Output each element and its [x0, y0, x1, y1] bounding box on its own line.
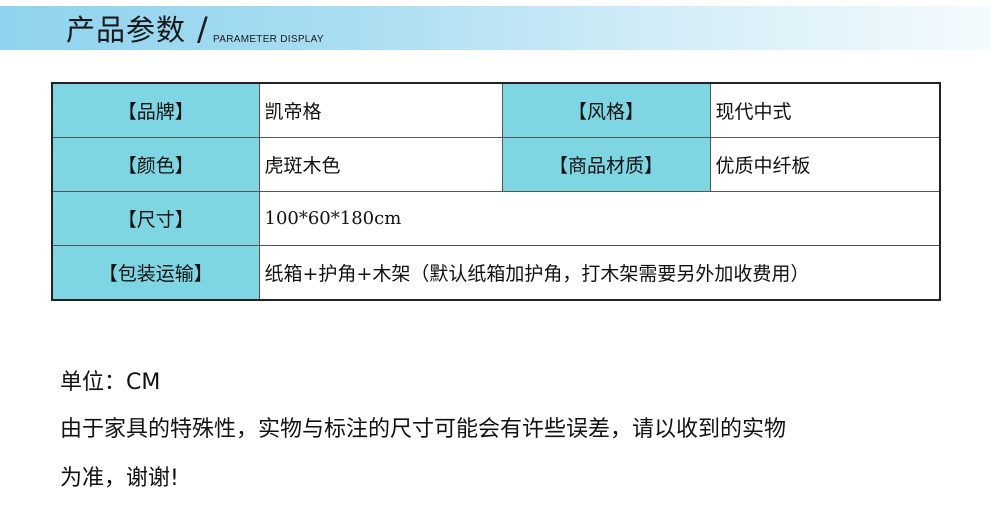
brand-label: 【品牌】 — [51, 82, 260, 138]
page-title: 产品参数 — [66, 13, 187, 47]
table-row: 【尺寸】 100*60*180cm — [51, 191, 941, 246]
style-value: 现代中式 — [709, 82, 941, 138]
shipping-value: 纸箱+护角+木架（默认纸箱加护角，打木架需要另外加收费用） — [258, 245, 941, 301]
table-row: 【颜色】 虎斑木色 【商品材质】 优质中纤板 — [51, 137, 941, 192]
size-label: 【尺寸】 — [51, 191, 260, 246]
disclaimer-line-2: 为准，谢谢! — [60, 466, 179, 491]
material-value: 优质中纤板 — [709, 137, 941, 192]
unit-note: 单位：CM — [60, 370, 161, 395]
table-row: 【包装运输】 纸箱+护角+木架（默认纸箱加护角，打木架需要另外加收费用） — [51, 245, 941, 301]
page-subtitle: PARAMETER DISPLAY — [213, 34, 324, 45]
table-row: 【品牌】 凯帝格 【风格】 现代中式 — [51, 82, 941, 138]
color-value: 虎斑木色 — [258, 137, 503, 192]
material-label: 【商品材质】 — [501, 137, 711, 192]
size-value: 100*60*180cm — [258, 191, 941, 246]
shipping-label: 【包装运输】 — [51, 245, 260, 301]
brand-value: 凯帝格 — [258, 82, 503, 138]
color-label: 【颜色】 — [51, 137, 260, 192]
title-slash: / — [197, 10, 208, 48]
style-label: 【风格】 — [501, 82, 711, 138]
header-banner: 产品参数 / PARAMETER DISPLAY — [0, 6, 990, 50]
disclaimer-line-1: 由于家具的特殊性，实物与标注的尺寸可能会有许些误差，请以收到的实物 — [60, 417, 787, 442]
parameter-table: 【品牌】 凯帝格 【风格】 现代中式 【颜色】 虎斑木色 【商品材质】 优质中纤… — [51, 82, 941, 301]
